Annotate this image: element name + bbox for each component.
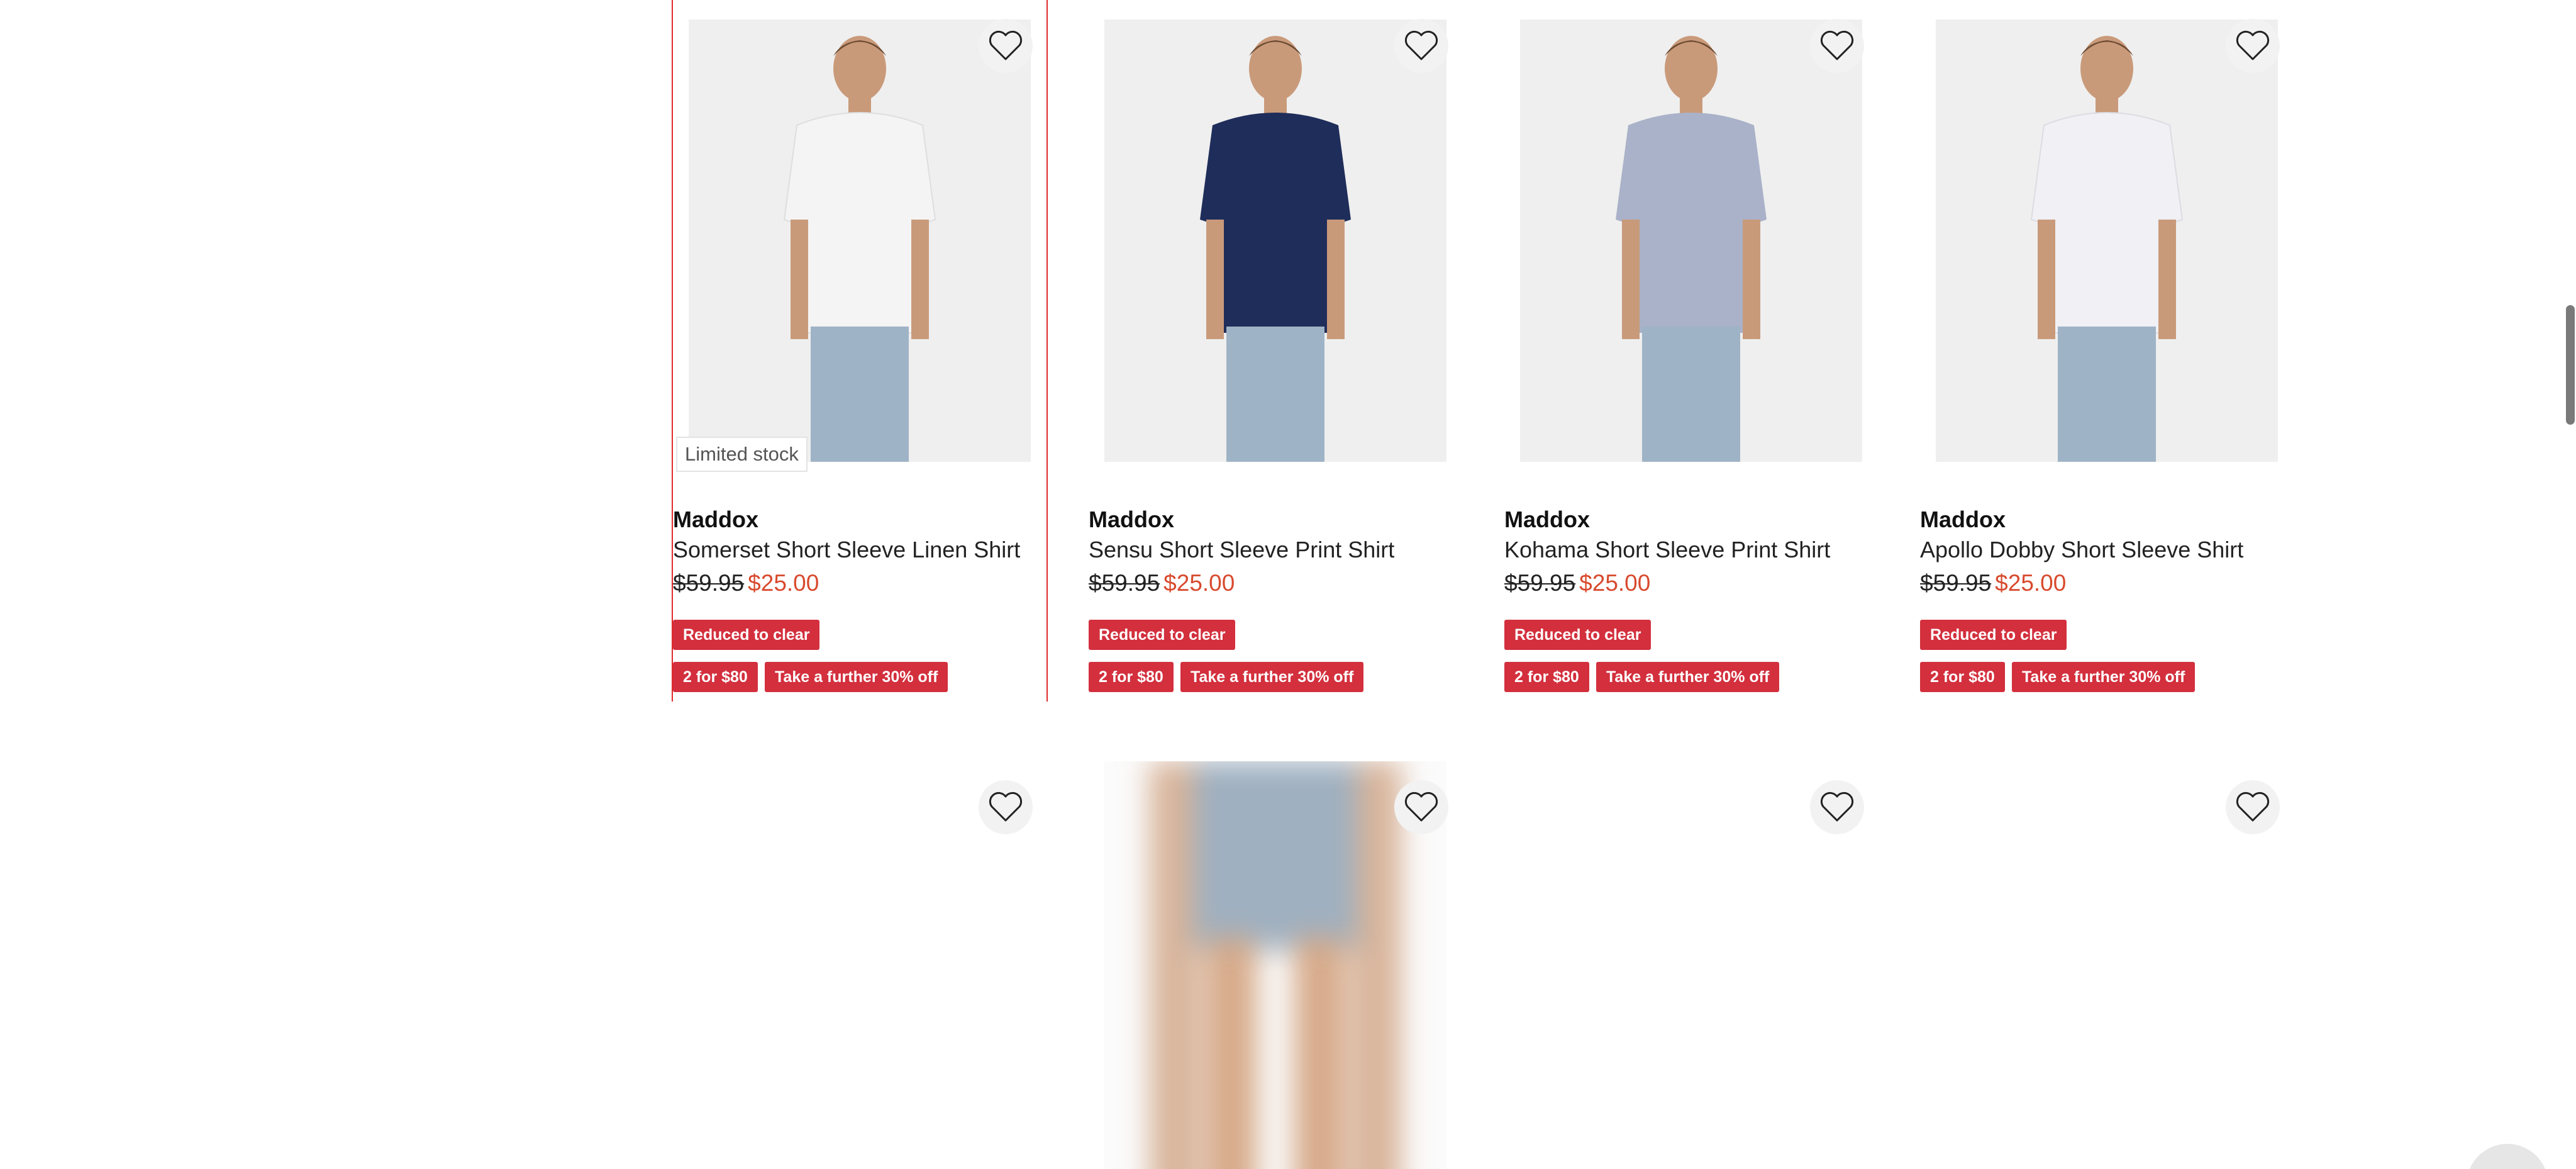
two-for-eighty-badge: 2 for $80 <box>673 662 758 692</box>
reduced-to-clear-badge: Reduced to clear <box>1504 620 1652 650</box>
model-photo <box>1616 36 1767 462</box>
further-30-off-badge: Take a further 30% off <box>1180 662 1364 692</box>
reduced-to-clear-badge: Reduced to clear <box>1920 620 2067 650</box>
original-price: $59.95 <box>673 570 745 596</box>
two-for-eighty-badge: 2 for $80 <box>1089 662 1174 692</box>
original-price: $59.95 <box>1920 570 1992 596</box>
wishlist-heart-button[interactable] <box>979 780 1033 834</box>
heart-outline-icon <box>2236 791 2270 822</box>
wishlist-heart-button[interactable] <box>2226 19 2280 73</box>
product-image[interactable] <box>689 20 1031 462</box>
product-card[interactable] <box>1089 761 1463 1169</box>
wishlist-heart-button[interactable] <box>1394 780 1448 834</box>
product-card[interactable]: Limited stock Maddox Somerset Short Slee… <box>672 0 1048 702</box>
product-price: $59.95 $25.00 <box>1920 570 2066 596</box>
heart-outline-icon <box>1820 791 1854 822</box>
further-30-off-badge: Take a further 30% off <box>765 662 948 692</box>
heart-outline-icon <box>2236 30 2270 60</box>
product-brand: Maddox <box>673 506 759 532</box>
product-card[interactable]: Maddox Sensu Short Sleeve Print Shirt $5… <box>1089 0 1463 702</box>
further-30-off-badge: Take a further 30% off <box>1596 662 1780 692</box>
product-image[interactable] <box>1104 20 1446 462</box>
product-grid: Limited stock Maddox Somerset Short Slee… <box>672 0 2346 1169</box>
product-card[interactable] <box>1920 761 2295 1169</box>
sale-price: $25.00 <box>748 570 819 596</box>
product-title[interactable]: Apollo Dobby Short Sleeve Shirt <box>1920 537 2243 563</box>
product-brand: Maddox <box>1089 506 1175 532</box>
scrollbar-thumb[interactable] <box>2566 305 2575 425</box>
wishlist-heart-button[interactable] <box>1810 780 1864 834</box>
product-image[interactable] <box>1936 20 2278 462</box>
product-image[interactable] <box>1520 20 1862 462</box>
two-for-eighty-badge: 2 for $80 <box>1920 662 2005 692</box>
product-title[interactable]: Sensu Short Sleeve Print Shirt <box>1089 537 1394 563</box>
heart-outline-icon <box>1820 30 1854 60</box>
heart-outline-icon <box>989 791 1023 822</box>
product-title[interactable]: Kohama Short Sleeve Print Shirt <box>1504 537 1830 563</box>
sale-price: $25.00 <box>1163 570 1235 596</box>
product-price: $59.95 $25.00 <box>1089 570 1235 596</box>
wishlist-heart-button[interactable] <box>1810 19 1864 73</box>
wishlist-heart-button[interactable] <box>979 19 1033 73</box>
wishlist-heart-button[interactable] <box>1394 19 1448 73</box>
reduced-to-clear-badge: Reduced to clear <box>1089 620 1236 650</box>
original-price: $59.95 <box>1089 570 1160 596</box>
product-image-loading[interactable] <box>1104 761 1446 1169</box>
product-card[interactable]: Maddox Kohama Short Sleeve Print Shirt $… <box>1504 0 1879 702</box>
product-card[interactable]: Maddox Apollo Dobby Short Sleeve Shirt $… <box>1920 0 2295 702</box>
product-title[interactable]: Somerset Short Sleeve Linen Shirt <box>673 537 1020 563</box>
heart-outline-icon <box>989 30 1023 60</box>
limited-stock-label: Limited stock <box>676 437 808 472</box>
page-scrollbar[interactable] <box>2563 0 2576 1169</box>
wishlist-heart-button[interactable] <box>2226 780 2280 834</box>
original-price: $59.95 <box>1504 570 1576 596</box>
product-card[interactable] <box>1504 761 1879 1169</box>
heart-outline-icon <box>1404 30 1438 60</box>
product-price: $59.95 $25.00 <box>673 570 819 596</box>
product-image-placeholder[interactable] <box>1936 761 2278 1169</box>
product-price: $59.95 $25.00 <box>1504 570 1650 596</box>
blurred-model-photo <box>1150 761 1401 1169</box>
model-photo <box>1200 36 1351 462</box>
product-brand: Maddox <box>1920 506 2006 532</box>
sale-price: $25.00 <box>1995 570 2067 596</box>
reduced-to-clear-badge: Reduced to clear <box>673 620 820 650</box>
sale-price: $25.00 <box>1579 570 1651 596</box>
product-brand: Maddox <box>1504 506 1591 532</box>
model-photo <box>2030 36 2184 462</box>
product-image-placeholder[interactable] <box>1520 761 1862 1169</box>
product-card[interactable] <box>673 761 1048 1169</box>
two-for-eighty-badge: 2 for $80 <box>1504 662 1589 692</box>
back-to-top-button[interactable] <box>2467 1144 2548 1169</box>
product-image-placeholder[interactable] <box>689 761 1031 1169</box>
heart-outline-icon <box>1404 791 1438 822</box>
further-30-off-badge: Take a further 30% off <box>2012 662 2196 692</box>
model-photo <box>783 36 936 462</box>
product-listing-page: Limited stock Maddox Somerset Short Slee… <box>0 0 2576 1169</box>
